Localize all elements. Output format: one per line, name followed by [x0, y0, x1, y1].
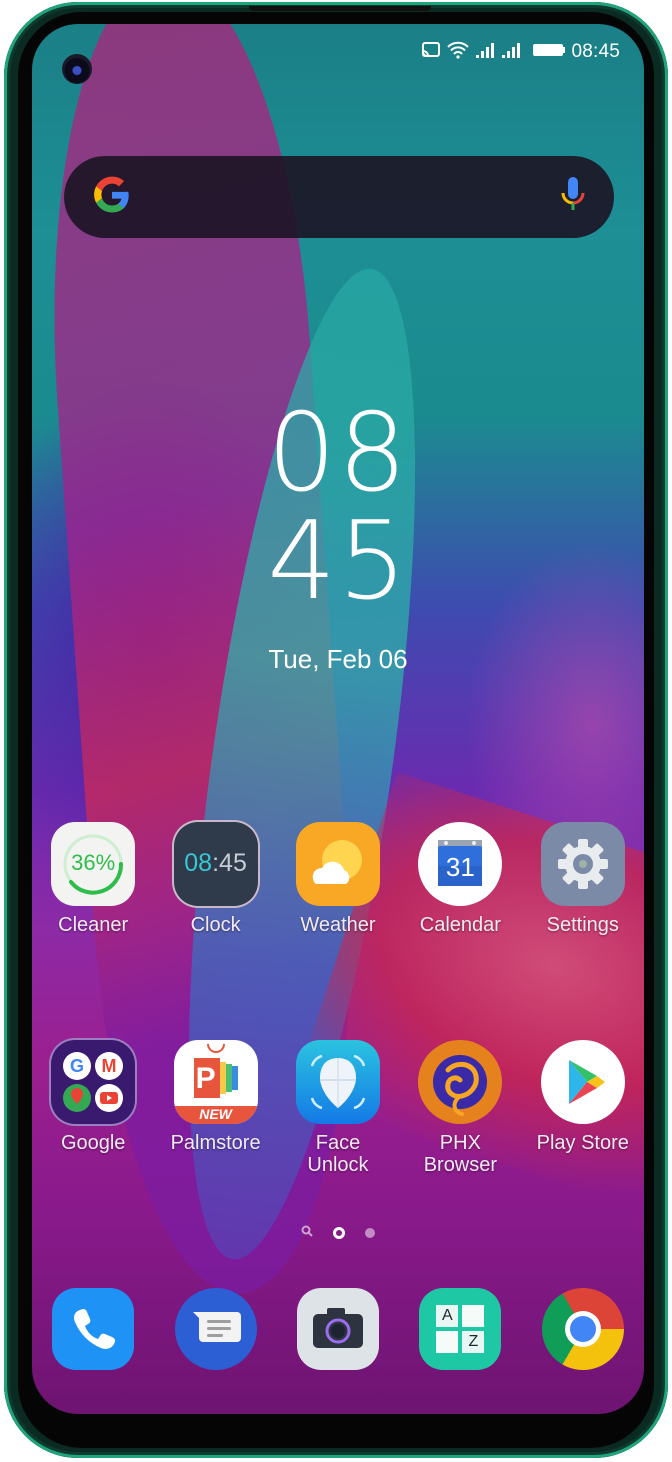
calendar-icon: 31 — [418, 822, 503, 906]
app-row: G M Google P NEW Palmstore Face Unlock P… — [32, 1040, 644, 1176]
dock-phone[interactable] — [32, 1288, 154, 1370]
dock: A Z — [32, 1288, 644, 1370]
grid-cell-a: A — [436, 1305, 459, 1327]
status-bar: 08:45 — [421, 40, 620, 64]
cleaner-percentage: 36% — [71, 850, 116, 875]
weather-icon — [295, 822, 380, 906]
grid-cell — [436, 1331, 459, 1353]
page-dot-active[interactable] — [333, 1227, 345, 1239]
earpiece — [249, 6, 431, 11]
app-label: Calendar — [419, 914, 501, 936]
app-clock[interactable]: 08:45 Clock — [154, 822, 276, 936]
grid-cell-z: Z — [462, 1331, 485, 1353]
app-label: Settings — [546, 914, 619, 936]
app-palmstore[interactable]: P NEW Palmstore — [154, 1040, 276, 1176]
app-play-store[interactable]: Play Store — [522, 1040, 644, 1176]
app-label: Face Unlock — [307, 1132, 368, 1176]
google-logo-icon — [92, 175, 132, 220]
clock-icon: 08:45 — [173, 822, 258, 906]
phone-icon — [52, 1288, 135, 1370]
app-label: Cleaner — [58, 914, 129, 936]
app-label-line: Browser — [423, 1154, 498, 1176]
calendar-day: 31 — [445, 852, 475, 882]
microphone-icon[interactable] — [560, 175, 586, 220]
app-face-unlock[interactable]: Face Unlock — [277, 1040, 399, 1176]
face-unlock-icon — [295, 1040, 380, 1124]
app-settings[interactable]: Settings — [522, 822, 644, 936]
page-dot[interactable] — [365, 1228, 375, 1238]
app-label: Weather — [300, 914, 376, 936]
clock-minute: 45 — [267, 499, 409, 624]
app-label-line: Unlock — [307, 1154, 369, 1176]
cleaner-icon: 36% — [51, 822, 136, 906]
clock-widget[interactable]: 08 45 Tue, Feb 06 — [32, 391, 644, 675]
chrome-icon — [541, 1288, 624, 1370]
clock-icon-minute: :45 — [212, 849, 247, 877]
settings-gear-icon — [540, 822, 625, 906]
phx-browser-icon — [418, 1040, 503, 1124]
app-label-line: Face — [315, 1132, 361, 1154]
battery-icon — [533, 42, 566, 63]
app-label-line: PHX — [439, 1132, 481, 1154]
dock-app-drawer[interactable]: A Z — [399, 1288, 521, 1370]
phone-frame: 08:45 08 45 Tue, Feb 06 36% Cleaner 08:4… — [4, 2, 668, 1458]
clock-icon-hour: 08 — [184, 849, 213, 877]
app-weather[interactable]: Weather — [277, 822, 399, 936]
dock-chrome[interactable] — [522, 1288, 644, 1370]
google-search-bar[interactable] — [64, 156, 614, 238]
app-label: Play Store — [536, 1132, 629, 1154]
dock-camera[interactable] — [277, 1288, 399, 1370]
dock-messages[interactable] — [154, 1288, 276, 1370]
palmstore-letter: P — [195, 1062, 216, 1095]
app-label: Clock — [190, 914, 241, 936]
signal-icon — [501, 41, 521, 64]
messages-icon — [174, 1288, 257, 1370]
app-drawer-icon: A Z — [419, 1288, 502, 1370]
app-label: PHX Browser — [424, 1132, 497, 1176]
new-badge: NEW — [199, 1106, 232, 1122]
search-page-dot-icon[interactable] — [301, 1224, 313, 1242]
status-time: 08:45 — [571, 41, 620, 62]
clock-hour: 08 — [267, 391, 409, 516]
app-cleaner[interactable]: 36% Cleaner — [32, 822, 154, 936]
front-camera-icon — [62, 54, 92, 84]
home-screen: 08:45 08 45 Tue, Feb 06 36% Cleaner 08:4… — [32, 24, 644, 1414]
cast-icon — [421, 41, 441, 64]
play-store-icon — [540, 1040, 625, 1124]
app-label: Google — [60, 1132, 126, 1154]
folder-google[interactable]: G M Google — [32, 1040, 154, 1176]
svg-text:G: G — [70, 1056, 84, 1076]
camera-icon — [296, 1288, 379, 1370]
page-indicator — [32, 1224, 644, 1242]
clock-date: Tue, Feb 06 — [268, 644, 408, 674]
wifi-icon — [447, 41, 470, 64]
signal-icon — [475, 41, 495, 64]
grid-cell — [462, 1305, 485, 1327]
app-calendar[interactable]: 31 Calendar — [399, 822, 521, 936]
google-folder-icon: G M — [51, 1040, 136, 1124]
app-label: Palmstore — [170, 1132, 261, 1154]
svg-text:M: M — [102, 1056, 117, 1076]
app-row: 36% Cleaner 08:45 Clock Weather 31 Calen… — [32, 822, 644, 936]
palmstore-icon: P NEW — [173, 1040, 258, 1124]
app-phx-browser[interactable]: PHX Browser — [399, 1040, 521, 1176]
